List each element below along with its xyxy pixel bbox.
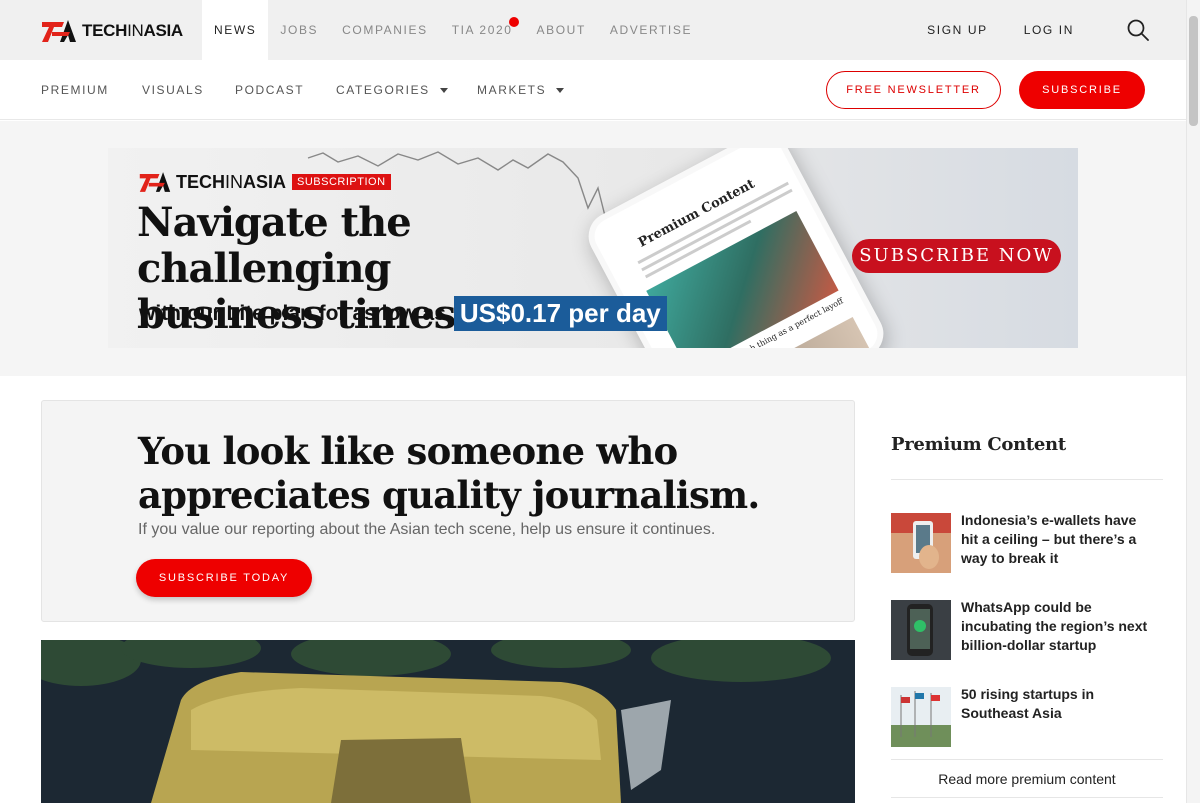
article-hero-image[interactable]: [41, 640, 855, 803]
premium-article-item[interactable]: 50 rising startups in Southeast Asia: [891, 686, 1163, 749]
nav-tia-2020-label: TIA 2020: [451, 23, 513, 37]
premium-article-item[interactable]: Indonesia’s e-wallets have hit a ceiling…: [891, 512, 1163, 575]
ad-banner-area: Premium Content There's no such thing as…: [0, 121, 1186, 376]
secnav-premium[interactable]: PREMIUM: [41, 60, 109, 120]
secnav-categories[interactable]: CATEGORIES: [336, 60, 448, 120]
search-icon[interactable]: [1126, 18, 1150, 42]
notification-dot-icon: [508, 17, 519, 27]
logo-text: TECHINASIA: [82, 21, 183, 40]
subscribe-button[interactable]: SUBSCRIBE: [1019, 71, 1145, 109]
nav-companies[interactable]: COMPANIES: [330, 0, 440, 60]
banner-logo-icon: [139, 172, 171, 192]
subscription-banner[interactable]: Premium Content There's no such thing as…: [108, 148, 1078, 348]
subscribe-today-button[interactable]: SUBSCRIBE TODAY: [136, 559, 312, 597]
article-thumbnail: [891, 600, 951, 660]
secnav-podcast[interactable]: PODCAST: [235, 60, 304, 120]
nav-tia-2020[interactable]: TIA 2020: [440, 0, 525, 60]
top-nav: NEWS JOBS COMPANIES TIA 2020 ABOUT ADVER…: [202, 0, 704, 60]
banner-brand-text: TECHINASIA: [176, 171, 287, 192]
nav-jobs[interactable]: JOBS: [268, 0, 330, 60]
promo-subtext: If you value our reporting about the Asi…: [138, 521, 716, 538]
subscribe-now-button[interactable]: SUBSCRIBE NOW: [852, 239, 1061, 273]
sidebar-title: Premium Content: [891, 434, 1066, 455]
banner-price: US$0.17 per day: [453, 296, 667, 331]
nav-about[interactable]: ABOUT: [525, 0, 598, 60]
nav-news[interactable]: NEWS: [202, 0, 269, 60]
sign-up-link[interactable]: SIGN UP: [927, 23, 988, 37]
secnav-categories-label: CATEGORIES: [336, 83, 430, 97]
banner-headline-line-1: Navigate the challenging: [137, 199, 412, 292]
read-more-premium-link[interactable]: Read more premium content: [891, 760, 1163, 798]
tuk-tuk-photo: [41, 640, 855, 803]
scrollbar-thumb[interactable]: [1189, 16, 1198, 126]
premium-article-item[interactable]: WhatsApp could be incubating the region’…: [891, 599, 1163, 662]
promo-headline: You look like someone who appreciates qu…: [138, 429, 818, 517]
account-links: SIGN UP LOG IN: [891, 0, 1150, 60]
nav-advertise[interactable]: ADVERTISE: [598, 0, 704, 60]
free-newsletter-button[interactable]: FREE NEWSLETTER: [826, 71, 1001, 109]
banner-subline: with our Lite plan for as low as US$0.17…: [139, 296, 667, 331]
techinasia-logo[interactable]: TECHINASIA: [40, 18, 183, 44]
chevron-down-icon: [556, 88, 565, 94]
promo-headline-line-1: You look like someone who: [138, 429, 678, 473]
premium-article-title: Indonesia’s e-wallets have hit a ceiling…: [961, 512, 1137, 566]
chevron-down-icon: [439, 88, 448, 94]
secnav-markets[interactable]: MARKETS: [477, 60, 565, 120]
log-in-link[interactable]: LOG IN: [1024, 23, 1074, 37]
secnav-markets-label: MARKETS: [477, 83, 547, 97]
premium-article-title: WhatsApp could be incubating the region’…: [961, 599, 1148, 653]
banner-sub-text: with our Lite plan for as low as: [139, 301, 446, 325]
secondary-nav: PREMIUM VISUALS PODCAST CATEGORIES MARKE…: [0, 60, 1186, 120]
banner-brand: TECHINASIA SUBSCRIPTION: [138, 170, 391, 194]
logo-mark-icon: [42, 20, 76, 42]
journalism-promo: You look like someone who appreciates qu…: [41, 400, 855, 622]
subscription-tag: SUBSCRIPTION: [292, 174, 391, 190]
top-bar: TECHINASIA NEWS JOBS COMPANIES TIA 2020 …: [0, 0, 1186, 60]
sidebar-divider: [891, 479, 1163, 480]
premium-article-title: 50 rising startups in Southeast Asia: [961, 686, 1095, 721]
article-thumbnail: [891, 513, 951, 573]
page-scrollbar[interactable]: [1186, 0, 1200, 803]
article-thumbnail: [891, 687, 951, 747]
secnav-visuals[interactable]: VISUALS: [142, 60, 204, 120]
promo-headline-line-2: appreciates quality journalism.: [138, 473, 760, 517]
